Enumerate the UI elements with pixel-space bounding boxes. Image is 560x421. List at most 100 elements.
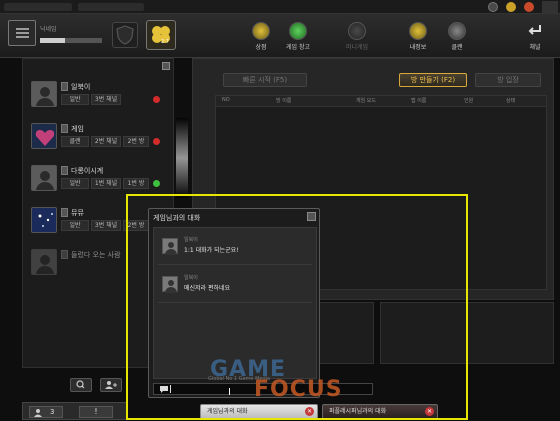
menu-line xyxy=(16,28,29,30)
storage-button-icon[interactable] xyxy=(289,22,307,40)
speech-bubble-icon xyxy=(160,386,168,393)
message-sender: 일북이 xyxy=(184,237,198,243)
status-dot xyxy=(153,138,160,145)
column-header: 방 이름 xyxy=(276,98,292,104)
add-friend-button[interactable] xyxy=(100,378,122,392)
user-name: 일북이 xyxy=(71,83,91,91)
user-cell: 2번 채널 xyxy=(91,136,121,147)
list-item[interactable]: 일북이 일반 3번 채널 xyxy=(31,81,171,117)
clover-level: 2.7 xyxy=(161,39,169,45)
user-cell: 1번 채널 xyxy=(91,178,121,189)
shop-button-icon[interactable] xyxy=(252,22,270,40)
chat-tab-label: 게임님과의 대화 xyxy=(207,408,248,415)
minigame-button-label[interactable]: 미니게임 xyxy=(337,42,377,51)
message-sender: 일북이 xyxy=(184,275,198,281)
status-dot xyxy=(153,96,160,103)
top-strip-segment xyxy=(78,3,144,11)
background-light-streak xyxy=(176,118,188,198)
clover-icon[interactable]: 2.7 xyxy=(146,20,176,50)
close-icon[interactable]: ✕ xyxy=(425,407,434,416)
myinfo-button-label[interactable]: 내정보 xyxy=(398,42,438,51)
avatar xyxy=(31,207,57,233)
user-badge-icon xyxy=(61,82,68,91)
user-cell: 2번 방 xyxy=(123,220,149,231)
list-item[interactable]: 다롱이시계 일반 1번 채널 1번 방 xyxy=(31,165,171,201)
user-badge-icon xyxy=(61,166,68,175)
chat-tab-active[interactable]: 게임님과의 대화 ✕ xyxy=(200,404,318,419)
close-icon[interactable]: ✕ xyxy=(305,407,314,416)
chat-close-icon[interactable] xyxy=(307,212,316,221)
message-text: 1:1 대화가 되는군요! xyxy=(184,247,239,254)
create-room-button[interactable]: 방 만들기 (F2) xyxy=(399,73,467,87)
help-icon[interactable] xyxy=(488,2,498,12)
user-cell: 클랜 xyxy=(61,136,89,147)
chat-title: 게임님과의 대화 xyxy=(153,214,201,222)
exclamation-icon: ! xyxy=(94,407,98,416)
user-badge-icon xyxy=(61,208,68,217)
user-badge-icon xyxy=(61,124,68,133)
user-name: 게임 xyxy=(71,125,84,133)
avatar xyxy=(162,276,178,293)
search-icon xyxy=(76,380,85,389)
watermark-line2: FOCUS xyxy=(254,377,343,402)
channel-return-icon[interactable] xyxy=(526,22,544,40)
column-header: 인원 xyxy=(464,98,474,104)
myinfo-button-icon[interactable] xyxy=(409,22,427,40)
quick-start-button[interactable]: 빠른 시작 (F5) xyxy=(223,73,307,87)
user-badge-icon xyxy=(61,250,68,259)
user-cell: 일반 xyxy=(61,178,89,189)
top-strip-segment xyxy=(4,3,72,11)
panel-close-icon[interactable] xyxy=(162,62,170,70)
user-cell: 일반 xyxy=(61,94,89,105)
user-cell: 2번 방 xyxy=(123,136,149,147)
chat-tab-label: 퍼플레시퍼님과의 대화 xyxy=(329,408,387,415)
search-button[interactable] xyxy=(70,378,92,392)
user-cell: 3번 채널 xyxy=(91,220,121,231)
clan-button-label[interactable]: 클랜 xyxy=(437,42,477,51)
chat-tab[interactable]: 퍼플레시퍼님과의 대화 ✕ xyxy=(322,404,438,419)
user-cell: 3번 채널 xyxy=(91,94,121,105)
user-nickname: 닉네임 xyxy=(40,26,57,33)
close-icon[interactable] xyxy=(524,2,534,12)
clan-button-icon[interactable] xyxy=(448,22,466,40)
channel-button-label[interactable]: 채널 xyxy=(515,42,555,51)
users-icon xyxy=(34,409,42,417)
status-bar: 3 ! xyxy=(22,402,127,420)
avatar xyxy=(31,165,57,191)
friend-list-actions xyxy=(70,378,160,394)
avatar xyxy=(31,123,57,149)
enter-room-button[interactable]: 방 입장 xyxy=(475,73,541,87)
text-cursor xyxy=(170,385,171,393)
column-header: 맵 이름 xyxy=(411,98,427,104)
shop-button-label[interactable]: 상점 xyxy=(241,42,281,51)
menu-line xyxy=(16,36,29,38)
user-name: 다롱이시계 xyxy=(71,167,104,175)
menu-button[interactable] xyxy=(8,20,36,46)
top-strip xyxy=(0,0,560,14)
list-item[interactable]: 게임 클랜 2번 채널 2번 방 xyxy=(31,123,171,159)
exp-bar xyxy=(40,38,102,43)
storage-button-label[interactable]: 게임 창고 xyxy=(278,42,318,51)
lower-panel xyxy=(380,302,554,364)
main-toolbar xyxy=(0,14,560,58)
user-cell: 1번 방 xyxy=(123,178,149,189)
alert-button[interactable]: ! xyxy=(79,406,113,418)
column-header: 게임 모드 xyxy=(356,98,376,104)
avatar xyxy=(31,81,57,107)
lower-panel xyxy=(318,302,374,364)
avatar xyxy=(162,238,178,255)
message-text: 메신저라 편하네요 xyxy=(184,285,231,292)
user-count-button[interactable]: 3 xyxy=(29,406,63,418)
add-user-icon xyxy=(105,381,117,389)
column-header: NO xyxy=(222,97,230,103)
message-divider xyxy=(158,264,312,265)
minigame-button-icon[interactable] xyxy=(348,22,366,40)
mouse-cursor-icon: I xyxy=(228,387,231,398)
user-count: 3 xyxy=(50,408,55,416)
shield-icon[interactable] xyxy=(112,22,138,48)
avatar xyxy=(31,249,57,275)
minimize-icon[interactable] xyxy=(506,2,516,12)
user-name: 들렀다 오는 사람 xyxy=(71,251,121,259)
user-cell: 일반 xyxy=(61,220,89,231)
column-header: 상태 xyxy=(506,98,516,104)
